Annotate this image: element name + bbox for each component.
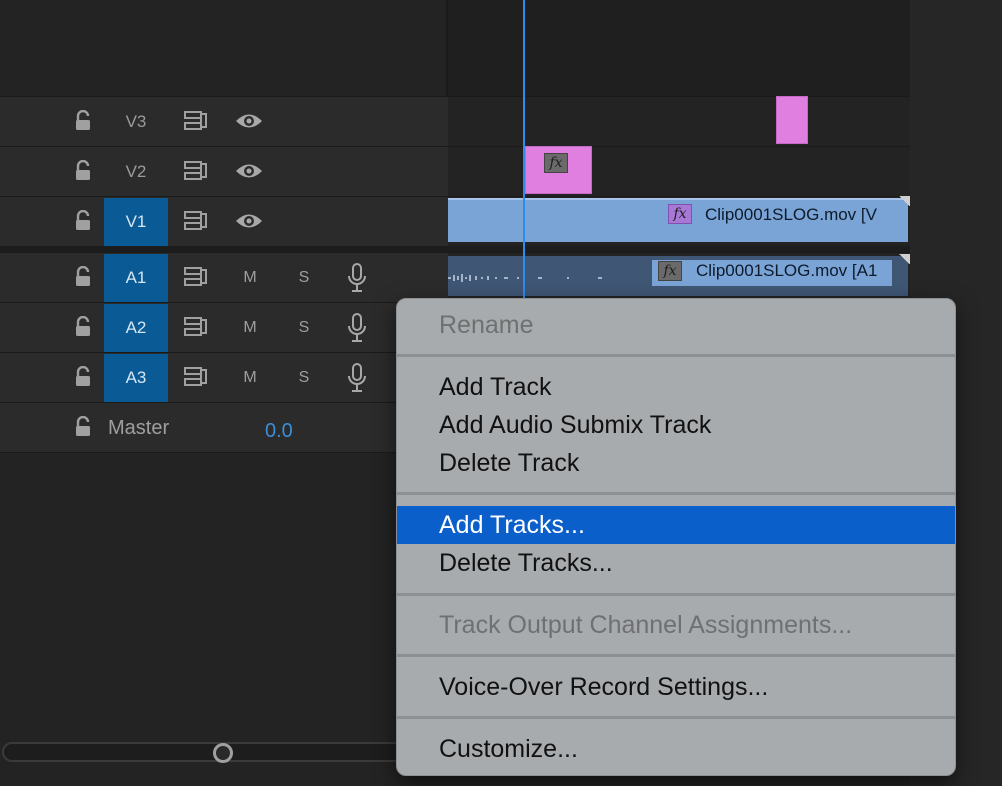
menu-separator	[397, 654, 955, 657]
track-header-v3[interactable]: V3	[0, 96, 448, 146]
lock-open-icon[interactable]	[72, 265, 94, 289]
eye-icon[interactable]	[234, 159, 264, 183]
track-header-v1[interactable]: V1	[0, 196, 448, 246]
track-header-a1[interactable]: A1 M S	[0, 252, 448, 302]
video-clip-v1[interactable]: fx Clip0001SLOG.mov [V	[448, 198, 908, 242]
menu-item-delete-tracks[interactable]: Delete Tracks...	[397, 544, 955, 582]
track-name-v3[interactable]: V3	[104, 98, 168, 146]
pink-clip-v2[interactable]: fx	[525, 146, 592, 194]
lock-open-icon[interactable]	[72, 365, 94, 389]
sync-lock-icon[interactable]	[182, 109, 210, 133]
sync-lock-icon[interactable]	[182, 265, 210, 289]
sync-lock-icon[interactable]	[182, 209, 210, 233]
fx-icon[interactable]: fx	[544, 153, 568, 173]
menu-item-track-output-channel-assignments[interactable]: Track Output Channel Assignments...	[397, 606, 955, 644]
solo-button[interactable]: S	[292, 366, 316, 390]
menu-separator	[397, 492, 955, 495]
menu-separator	[397, 593, 955, 596]
menu-item-customize[interactable]: Customize...	[397, 730, 955, 768]
mute-button[interactable]: M	[238, 316, 262, 340]
lock-open-icon[interactable]	[72, 109, 94, 133]
track-header-master[interactable]: Master 0.0	[0, 402, 448, 452]
sync-lock-icon[interactable]	[182, 365, 210, 389]
track-header-a2[interactable]: A2 M S	[0, 302, 448, 352]
clip-end-marker	[898, 196, 910, 206]
solo-button[interactable]: S	[292, 316, 316, 340]
microphone-icon[interactable]	[344, 313, 370, 343]
track-name-v1[interactable]: V1	[104, 198, 168, 246]
master-volume-value[interactable]: 0.0	[265, 420, 293, 443]
fx-icon[interactable]: fx	[668, 204, 692, 224]
menu-item-add-tracks[interactable]: Add Tracks...	[397, 506, 955, 544]
track-area-v3[interactable]	[448, 96, 910, 146]
sync-lock-icon[interactable]	[182, 159, 210, 183]
master-bottom-border	[0, 452, 448, 453]
menu-item-voice-over-record-settings[interactable]: Voice-Over Record Settings...	[397, 668, 955, 706]
track-header-v2[interactable]: V2	[0, 146, 448, 196]
mute-button[interactable]: M	[238, 366, 262, 390]
lock-open-icon[interactable]	[72, 159, 94, 183]
eye-icon[interactable]	[234, 109, 264, 133]
track-name-a1[interactable]: A1	[104, 254, 168, 302]
menu-item-add-audio-submix-track[interactable]: Add Audio Submix Track	[397, 406, 955, 444]
menu-item-add-track[interactable]: Add Track	[397, 368, 955, 406]
master-label: Master	[108, 417, 170, 439]
fx-icon[interactable]: fx	[658, 261, 682, 281]
menu-separator	[397, 354, 955, 357]
zoom-scrollbar[interactable]	[2, 742, 422, 762]
menu-item-delete-track[interactable]: Delete Track	[397, 444, 955, 482]
video-clip-name: Clip0001SLOG.mov [V	[705, 205, 877, 224]
audio-clip-name: Clip0001SLOG.mov [A1	[696, 261, 878, 280]
track-name-v2[interactable]: V2	[104, 148, 168, 196]
microphone-icon[interactable]	[344, 363, 370, 393]
menu-item-rename[interactable]: Rename	[397, 306, 955, 344]
header-divider	[446, 0, 448, 96]
lock-open-icon[interactable]	[72, 415, 94, 439]
track-header-a3[interactable]: A3 M S	[0, 352, 448, 402]
track-name-a3[interactable]: A3	[104, 354, 168, 402]
lock-open-icon[interactable]	[72, 209, 94, 233]
clip-end-marker	[898, 254, 910, 264]
playhead-line[interactable]	[523, 0, 525, 298]
track-area-v2[interactable]	[448, 146, 910, 196]
mute-button[interactable]: M	[238, 266, 262, 290]
lock-open-icon[interactable]	[72, 315, 94, 339]
eye-icon[interactable]	[234, 209, 264, 233]
track-name-a2[interactable]: A2	[104, 304, 168, 352]
audio-clip-a1[interactable]: fx Clip0001SLOG.mov [A1	[448, 256, 908, 296]
pink-clip-v3[interactable]	[776, 96, 808, 144]
solo-button[interactable]: S	[292, 266, 316, 290]
menu-separator	[397, 716, 955, 719]
microphone-icon[interactable]	[344, 263, 370, 293]
sync-lock-icon[interactable]	[182, 315, 210, 339]
track-context-menu: Rename Add Track Add Audio Submix Track …	[396, 298, 956, 776]
zoom-scrollbar-handle[interactable]	[213, 743, 233, 763]
audio-waveform	[448, 274, 602, 282]
